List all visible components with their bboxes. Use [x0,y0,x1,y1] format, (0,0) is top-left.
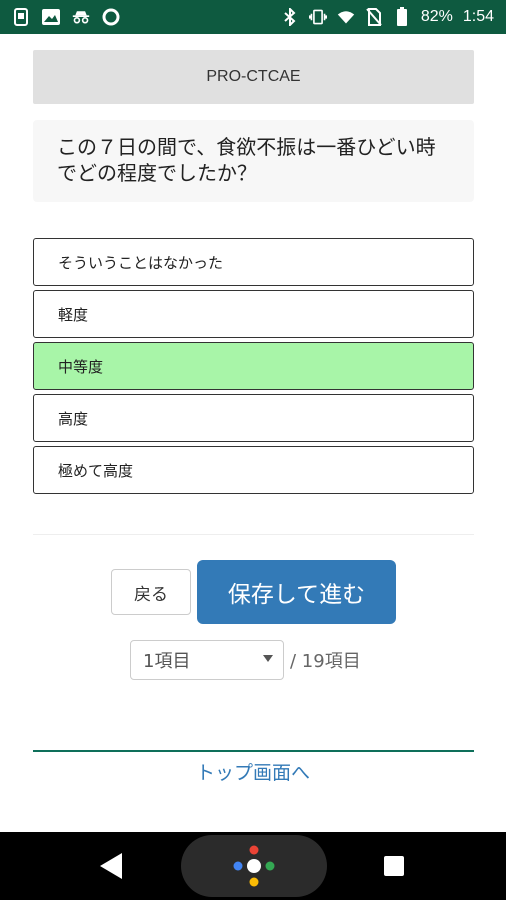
no-sim-icon [365,8,383,26]
circle-icon [102,8,120,26]
option-severe[interactable]: 高度 [33,394,474,442]
answer-options: そういうことはなかった 軽度 中等度 高度 極めて高度 [33,238,474,498]
question-text: この７日の間で、食欲不振は一番ひどい時でどの程度でしたか？ [33,120,474,202]
footer-divider [33,750,474,752]
option-moderate[interactable]: 中等度 [33,342,474,390]
item-select-value: 1項目 [143,651,191,672]
image-icon [42,8,60,26]
option-label: 軽度 [58,305,89,324]
back-nav-icon[interactable] [100,853,122,879]
option-label: 中等度 [58,357,104,376]
back-button[interactable]: 戻る [111,569,191,615]
assistant-icon [233,845,275,887]
chevron-down-icon [263,655,273,662]
battery-level: 82% [420,8,453,25]
option-very-severe[interactable]: 極めて高度 [33,446,474,494]
status-bar: 82% 1:54 [0,0,506,34]
wifi-icon [337,8,355,26]
app-content: PRO-CTCAE この７日の間で、食欲不振は一番ひどい時でどの程度でしたか？ … [0,34,506,832]
system-nav-bar [0,832,506,900]
bluetooth-icon [281,8,299,26]
option-label: そういうことはなかった [58,253,224,272]
pager: 1項目 / 19項目 [130,640,361,680]
vibrate-icon [308,8,327,26]
option-none[interactable]: そういうことはなかった [33,238,474,286]
item-total: / 19項目 [290,651,361,672]
save-next-button[interactable]: 保存して進む [197,560,396,624]
incognito-icon [72,8,90,26]
item-select[interactable]: 1項目 [130,640,284,680]
top-screen-link[interactable]: トップ画面へ [0,758,506,785]
option-label: 極めて高度 [58,461,134,480]
app-title: PRO-CTCAE [33,50,474,104]
recents-icon[interactable] [384,856,404,876]
home-button[interactable] [181,835,327,897]
sim-icon [12,8,30,26]
divider [33,534,474,535]
battery-icon [393,7,411,26]
option-label: 高度 [58,409,89,428]
clock: 1:54 [462,8,494,25]
option-mild[interactable]: 軽度 [33,290,474,338]
